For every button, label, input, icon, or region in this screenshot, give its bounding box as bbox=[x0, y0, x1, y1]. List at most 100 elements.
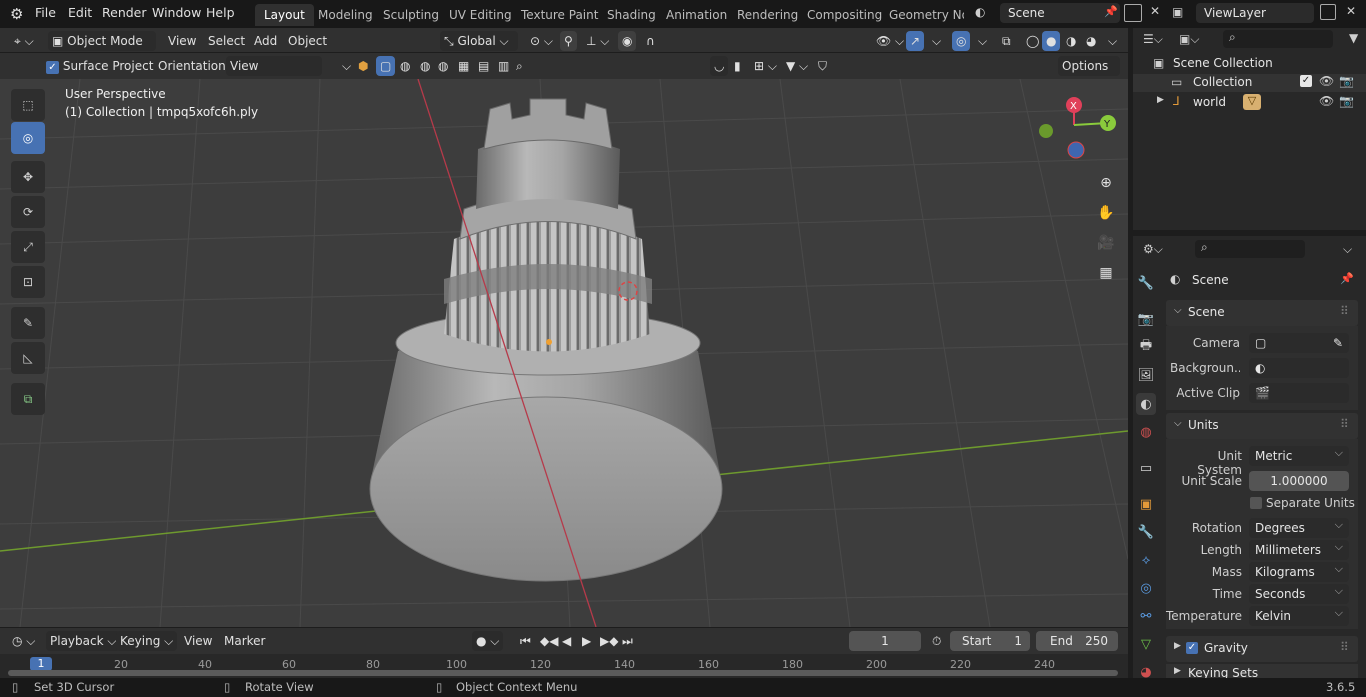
separate-units-checkbox[interactable] bbox=[1250, 497, 1262, 509]
snap-target-icon[interactable]: ⊥ ⌵ bbox=[582, 31, 613, 51]
collection-tab-icon[interactable]: ▭ bbox=[1136, 457, 1156, 479]
drag-handle-icon[interactable]: ⠿ bbox=[1340, 640, 1349, 654]
units-panel-header[interactable]: ⌵ Units ⠿ bbox=[1166, 413, 1358, 439]
stopwatch-icon[interactable]: ⏱ bbox=[928, 631, 945, 651]
menu-marker[interactable]: Marker bbox=[220, 631, 269, 651]
active-clip-field[interactable]: 🎬 bbox=[1249, 383, 1349, 403]
eye-icon[interactable]: 👁 bbox=[1319, 94, 1334, 108]
rotation-dropdown[interactable]: Degrees bbox=[1249, 515, 1349, 538]
gravity-panel-header[interactable]: ▶ ✓ Gravity ⠿ bbox=[1166, 636, 1358, 662]
overlays-toggle-icon[interactable]: ◎ bbox=[952, 31, 971, 51]
tab-shading[interactable]: Shading bbox=[598, 4, 665, 26]
3d-viewport[interactable]: User Perspective (1) Collection | tmpq5x… bbox=[0, 79, 1128, 627]
select-box-tool[interactable]: ⬚ bbox=[11, 89, 45, 121]
timeline-scrollbar[interactable] bbox=[8, 670, 1118, 676]
link-icon[interactable]: ◡ bbox=[710, 56, 729, 76]
outliner-search-input[interactable]: ⌕ bbox=[1223, 30, 1333, 48]
view-layer-tab-icon[interactable]: 🖼 bbox=[1136, 364, 1156, 386]
menu-timeline-view[interactable]: View bbox=[180, 631, 216, 651]
scene-collection-label[interactable]: Scene Collection bbox=[1173, 56, 1273, 70]
transform-tool[interactable]: ⊡ bbox=[11, 266, 45, 298]
camera-render-icon[interactable]: 📷 bbox=[1339, 74, 1354, 88]
camera-render-icon[interactable]: 📷 bbox=[1339, 94, 1354, 108]
render-tab-icon[interactable]: 📷 bbox=[1136, 308, 1156, 330]
add-cube-tool[interactable]: ⧉ bbox=[11, 383, 45, 415]
search-icon[interactable]: ⌕ bbox=[512, 56, 527, 76]
timeline-editor-icon[interactable]: ◷ ⌵ bbox=[8, 631, 39, 651]
editor-type-icon[interactable]: ⌖ ⌵ bbox=[10, 31, 38, 51]
time-dropdown[interactable]: Seconds bbox=[1249, 581, 1349, 604]
properties-search-input[interactable]: ⌕ bbox=[1195, 240, 1305, 258]
filter-icon[interactable]: ▼ ⌵ bbox=[782, 56, 812, 76]
unit-scale-field[interactable]: 1.000000 bbox=[1249, 471, 1349, 491]
world-tab-icon[interactable]: ◍ bbox=[1136, 421, 1156, 443]
new-scene-icon[interactable] bbox=[1124, 4, 1142, 22]
scale-tool[interactable]: ⤢ bbox=[11, 231, 45, 263]
pan-hand-icon[interactable]: ✋ bbox=[1094, 201, 1118, 225]
chevron-down-icon[interactable]: ⌵ bbox=[1343, 242, 1352, 257]
mass-dropdown[interactable]: Kilograms bbox=[1249, 559, 1349, 582]
temperature-dropdown[interactable]: Kelvin bbox=[1249, 603, 1349, 626]
annotate-tool[interactable]: ✎ bbox=[11, 307, 45, 339]
new-view-layer-icon[interactable] bbox=[1320, 4, 1336, 20]
outliner-editor-icon[interactable]: ☰⌵ bbox=[1143, 32, 1163, 47]
gizmo-dropdown-icon[interactable]: ⌵ bbox=[928, 31, 945, 51]
timeline-ruler[interactable]: 1 20 40 60 80 100 120 140 160 180 200 22… bbox=[0, 654, 1128, 678]
shading-sphere-icon[interactable]: ◍ bbox=[396, 56, 414, 76]
menu-render[interactable]: Render bbox=[102, 5, 147, 20]
pin-icon[interactable]: 📌 bbox=[1104, 5, 1118, 18]
drag-handle-icon[interactable]: ⠿ bbox=[1340, 304, 1349, 318]
menu-help[interactable]: Help bbox=[206, 5, 235, 20]
view-layer-icon[interactable]: ▣ bbox=[1172, 5, 1183, 19]
close-view-layer-icon[interactable]: ✕ bbox=[1346, 4, 1356, 18]
camera-icon[interactable]: 🎥 bbox=[1094, 231, 1118, 255]
shading-sphere-icon-3[interactable]: ◍ bbox=[434, 56, 452, 76]
constraints-tab-icon[interactable]: ⚯ bbox=[1136, 605, 1156, 627]
zoom-icon[interactable]: ⊕ bbox=[1094, 171, 1118, 195]
particles-tab-icon[interactable]: ⟡ bbox=[1136, 549, 1156, 571]
record-icon[interactable]: ● ⌵ bbox=[472, 631, 504, 651]
vertex-data-icon[interactable]: ▽ bbox=[1243, 94, 1261, 110]
exclude-checkbox[interactable]: ✓ bbox=[1300, 75, 1312, 87]
keying-sets-panel-header[interactable]: ▶ Keying Sets bbox=[1166, 664, 1358, 678]
menu-edit[interactable]: Edit bbox=[68, 5, 92, 20]
tab-texture-paint[interactable]: Texture Paint bbox=[512, 4, 607, 26]
playhead[interactable]: 1 bbox=[30, 657, 52, 671]
measure-tool[interactable]: ◺ bbox=[11, 342, 45, 374]
physics-tab-icon[interactable]: ◎ bbox=[1136, 577, 1156, 599]
start-frame-field[interactable]: Start 1 bbox=[950, 631, 1030, 651]
menu-window[interactable]: Window bbox=[152, 5, 201, 20]
list-item[interactable]: ▶ ⅃ world ▽ 👁 📷 bbox=[1133, 94, 1366, 112]
move-tool[interactable]: ✥ bbox=[11, 161, 45, 193]
gizmo-toggle-icon[interactable]: ↗ bbox=[906, 31, 925, 51]
expand-arrow-icon[interactable]: ▶ bbox=[1157, 95, 1164, 105]
eye-icon[interactable]: 👁 bbox=[1319, 74, 1334, 88]
orientation-dropdown[interactable]: View bbox=[226, 56, 322, 76]
frame-icon[interactable]: ⊞ ⌵ bbox=[750, 56, 781, 76]
proportional-edit-icon[interactable]: ◉ bbox=[618, 31, 637, 51]
tool-tab-icon[interactable]: 🔧 bbox=[1136, 272, 1156, 294]
falloff-icon[interactable]: ∩ bbox=[642, 31, 659, 51]
menu-keying[interactable]: Keying ⌵ bbox=[116, 631, 178, 651]
data-tab-icon[interactable]: ▽ bbox=[1136, 633, 1156, 655]
shading-dropdown-icon[interactable]: ⌵ bbox=[1104, 31, 1121, 51]
scene-panel-header[interactable]: ⌵ Scene ⠿ bbox=[1166, 300, 1358, 326]
visibility-icon[interactable]: 👁 ⌵ bbox=[872, 31, 908, 51]
scene-icon[interactable]: ◐ bbox=[975, 5, 985, 19]
eyedropper-icon[interactable]: ✎ bbox=[1333, 333, 1343, 353]
output-tab-icon[interactable]: 🖶 bbox=[1136, 336, 1156, 358]
object-tab-icon[interactable]: ▣ bbox=[1136, 493, 1156, 515]
tab-rendering[interactable]: Rendering bbox=[728, 4, 807, 26]
tab-modeling[interactable]: Modeling bbox=[309, 4, 382, 26]
overlays-dropdown-icon[interactable]: ⌵ bbox=[974, 31, 991, 51]
pivot-icon[interactable]: ⊙ ⌵ bbox=[526, 31, 557, 51]
rendered-shading-icon[interactable]: ◕ bbox=[1082, 31, 1100, 51]
display-mode-icon[interactable]: ▣⌵ bbox=[1179, 32, 1199, 47]
mode-dropdown[interactable]: ▣ Object Mode ⌵ bbox=[48, 31, 156, 68]
tab-layout[interactable]: Layout bbox=[255, 4, 314, 26]
play-reverse-icon[interactable]: ◀ bbox=[558, 631, 575, 651]
navigation-gizmo[interactable]: X Y bbox=[1030, 93, 1120, 163]
grid-icon[interactable]: ▦ bbox=[454, 56, 473, 76]
unit-system-dropdown[interactable]: Metric bbox=[1249, 443, 1349, 466]
tab-uv-editing[interactable]: UV Editing bbox=[440, 4, 521, 26]
